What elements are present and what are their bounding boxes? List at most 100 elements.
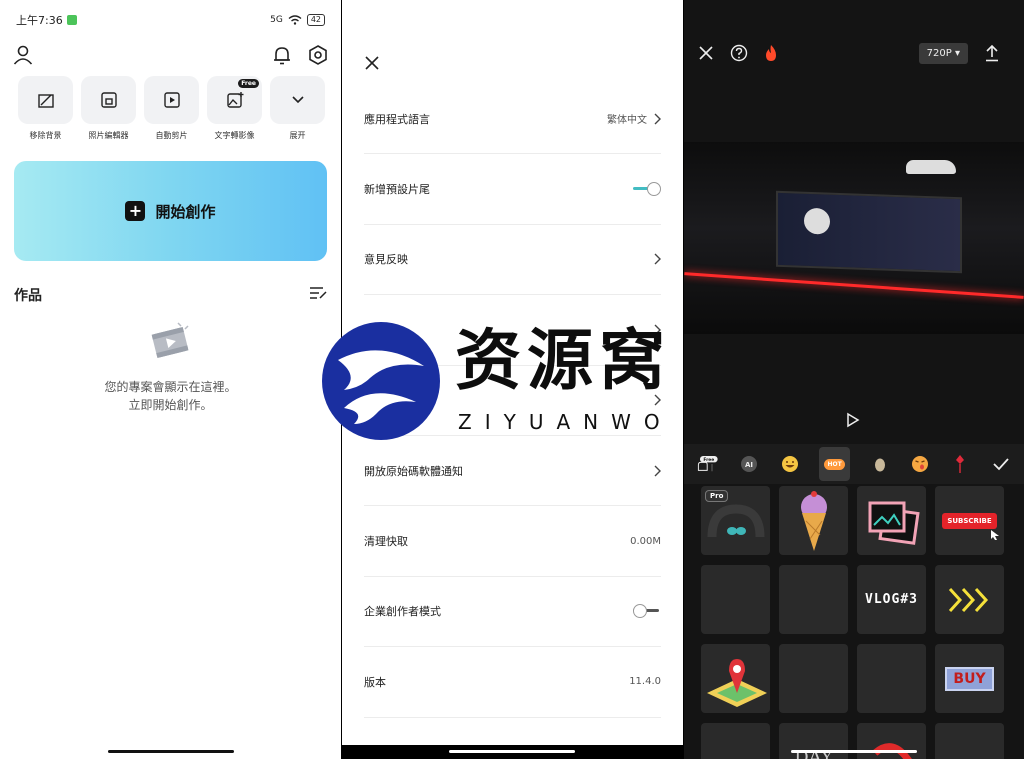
tab-free-ai[interactable]: Free (696, 452, 720, 476)
setting-open-source[interactable]: 開放原始碼軟體通知 (364, 436, 661, 507)
manage-list-icon[interactable] (309, 285, 327, 301)
setting-default-outro: 新增預設片尾 (364, 154, 661, 225)
tool-label: 文字轉影像 (214, 131, 255, 140)
tool-expand[interactable]: 展开 (270, 76, 325, 141)
home-top-bar (12, 42, 329, 68)
setting-hidden-1[interactable] (364, 295, 661, 366)
start-create-button[interactable]: + 開始創作 (14, 161, 327, 261)
subscribe-label: SUBSCRIBE (942, 512, 997, 529)
setting-label: 意見反映 (364, 253, 408, 267)
setting-app-language[interactable]: 應用程式語言 繁体中文 (364, 84, 661, 155)
plus-icon: + (125, 201, 146, 221)
business-mode-toggle[interactable] (633, 604, 661, 619)
setting-label: 開放原始碼軟體通知 (364, 464, 463, 478)
tab-flower[interactable] (949, 452, 971, 476)
chevron-right-icon (654, 113, 661, 125)
ai-sticker-icon: Free (697, 456, 718, 472)
tongue-emoji-icon (912, 456, 929, 472)
settings-panel: 應用程式語言 繁体中文 新增預設片尾 意見反映 開放原始碼軟體通知 清理快取 0… (342, 0, 683, 759)
tab-hot[interactable]: HOT (818, 447, 851, 481)
grin-emoji-icon (781, 456, 798, 472)
status-bar: 上午7:36 5G 42 (16, 10, 325, 30)
toggle-knob (647, 182, 661, 197)
editor-top-bar: 720P ▾ (698, 42, 1000, 64)
tab-tongue[interactable] (909, 452, 931, 476)
sticker-empty[interactable] (779, 644, 848, 713)
car-silhouette (906, 160, 956, 174)
setting-version: 版本 11.4.0 (364, 647, 661, 718)
red-arc-sticker-icon (872, 742, 912, 759)
chevron-right-icon (654, 465, 661, 477)
tab-ai[interactable]: AI (738, 452, 760, 476)
sticker-vlog[interactable]: VLOG#3 (857, 565, 926, 634)
sticker-subscribe[interactable]: SUBSCRIBE (935, 486, 1004, 555)
export-icon[interactable] (984, 44, 1000, 62)
home-indicator (449, 750, 575, 753)
setting-value: 繁体中文 (607, 115, 647, 127)
setting-clear-cache[interactable]: 清理快取 0.00M (364, 506, 661, 577)
works-title: 作品 (14, 288, 42, 304)
tab-egg[interactable] (868, 452, 890, 476)
sticker-empty[interactable] (779, 565, 848, 634)
film-empty-icon (151, 322, 189, 358)
setting-hidden-2[interactable] (364, 366, 661, 436)
sticker-empty[interactable] (857, 644, 926, 713)
sticker-empty[interactable] (701, 565, 770, 634)
close-icon[interactable] (364, 55, 380, 71)
red-flower-icon (956, 455, 965, 473)
outro-toggle[interactable] (633, 182, 661, 197)
sticker-empty[interactable] (935, 723, 1004, 759)
tab-ai-text: AI (745, 461, 753, 469)
buy-label: BUY (945, 666, 994, 691)
tool-label: 自動剪片 (155, 131, 188, 140)
sticker-buy[interactable]: BUY (935, 644, 1004, 713)
pro-badge: Pro (705, 490, 729, 502)
settings-icon[interactable] (307, 44, 329, 66)
video-preview[interactable] (684, 142, 1024, 334)
chevron-right-icon (654, 394, 661, 406)
auto-cut-icon (163, 92, 180, 108)
play-icon[interactable] (846, 412, 860, 428)
tool-text-to-image[interactable]: Free 文字轉影像 (207, 76, 262, 141)
sticker-pro-rainbow[interactable]: Pro (701, 486, 770, 555)
sticker-arrows[interactable] (935, 565, 1004, 634)
hot-badge-icon: HOT (824, 458, 845, 470)
tool-box: Free (207, 76, 262, 124)
start-create-label: 開始創作 (155, 202, 216, 221)
bell-icon[interactable] (271, 44, 293, 66)
tool-remove-bg[interactable]: 移除背景 (18, 76, 73, 141)
empty-line-1: 您的專案會顯示在這裡。 (104, 380, 237, 394)
setting-value-group: 繁体中文 (607, 111, 661, 126)
help-icon[interactable] (730, 44, 748, 62)
sticker-map-pin[interactable] (701, 644, 770, 713)
ambient-light-strip (684, 272, 1024, 299)
sticker-empty[interactable] (701, 723, 770, 759)
tool-label: 移除背景 (29, 131, 62, 140)
resolution-value: 720P (926, 47, 952, 59)
ice-cream-sticker-icon (800, 490, 827, 551)
egg-icon (874, 458, 885, 472)
profile-icon[interactable] (12, 44, 34, 66)
confirm-button[interactable] (990, 452, 1012, 476)
chevron-right-icon (654, 253, 661, 265)
resolution-button[interactable]: 720P ▾ (918, 42, 968, 64)
sticker-photo-frame[interactable] (857, 486, 926, 555)
tool-box (81, 76, 136, 124)
text-to-image-icon (226, 92, 243, 108)
setting-label: 應用程式語言 (364, 112, 430, 126)
tool-photo-editor[interactable]: 照片編輯器 (81, 76, 136, 141)
tab-smile[interactable] (778, 452, 800, 476)
sticker-red-arc[interactable] (857, 723, 926, 759)
free-badge: Free (238, 79, 259, 88)
sticker-day[interactable]: DAY (779, 723, 848, 759)
day-label: DAY (794, 747, 833, 759)
setting-value: 0.00M (630, 535, 661, 547)
setting-feedback[interactable]: 意見反映 (364, 225, 661, 296)
tool-auto-cut[interactable]: 自動剪片 (144, 76, 199, 141)
sticker-ice-cream[interactable] (779, 486, 848, 555)
photo-sticker-icon (868, 501, 920, 545)
empty-line-2: 立即開始創作。 (128, 398, 213, 412)
close-icon[interactable] (698, 45, 714, 61)
setting-label: 版本 (364, 675, 386, 689)
flame-icon[interactable] (764, 44, 778, 62)
